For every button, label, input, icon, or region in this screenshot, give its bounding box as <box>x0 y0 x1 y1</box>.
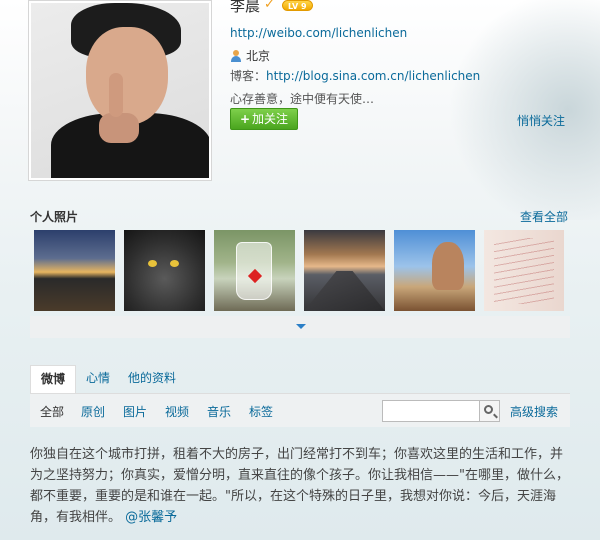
cat-eye-icon <box>148 260 157 267</box>
blog-url-link[interactable]: http://blog.sina.com.cn/lichenlichen <box>266 69 480 83</box>
search-button[interactable] <box>480 400 500 422</box>
location-row: 北京 <box>230 47 270 64</box>
photo-thumb-cat[interactable] <box>124 230 205 311</box>
background-haze <box>440 0 600 220</box>
follow-button[interactable]: + 加关注 <box>230 108 298 130</box>
advanced-search-link[interactable]: 高级搜索 <box>510 403 558 420</box>
photo-thumb-road[interactable] <box>304 230 385 311</box>
profile-avatar[interactable] <box>28 0 212 181</box>
blog-row: 博客：http://blog.sina.com.cn/lichenlichen <box>230 67 480 84</box>
weibo-url-link[interactable]: http://weibo.com/lichenlichen <box>230 26 407 40</box>
avatar-photo <box>31 3 209 178</box>
cat-eye-icon <box>170 260 179 267</box>
photo-strip <box>30 230 570 312</box>
post-text: 你独自在这个城市打拼，租着不大的房子，出门经常打不到车；你喜欢这里的生活和工作，… <box>30 447 569 525</box>
level-badge[interactable]: LV 9 <box>282 0 313 11</box>
location-text: 北京 <box>246 49 271 63</box>
filter-original[interactable]: 原创 <box>81 403 105 420</box>
tab-weibo[interactable]: 微博 <box>30 365 77 393</box>
blog-label: 博客： <box>230 69 267 83</box>
avatar-fist <box>99 113 139 143</box>
follow-button-label: 加关注 <box>252 112 289 126</box>
profile-name: 李晨 <box>230 0 261 15</box>
post-mention-link[interactable]: @张馨予 <box>125 510 177 525</box>
filter-music[interactable]: 音乐 <box>207 403 231 420</box>
heart-icon <box>247 268 263 284</box>
jar-shape <box>236 242 272 300</box>
filter-bar: 全部 原创 图片 视频 音乐 标签 高级搜索 <box>30 393 570 427</box>
name-row: 李晨 ✓ LV 9 <box>230 0 570 15</box>
tab-mood[interactable]: 心情 <box>86 365 110 393</box>
plus-icon: + <box>239 112 251 126</box>
photos-title: 个人照片 <box>30 210 79 224</box>
person-shape <box>432 242 464 290</box>
filter-images[interactable]: 图片 <box>123 403 147 420</box>
road-shape <box>304 271 385 311</box>
filter-all[interactable]: 全部 <box>40 403 64 420</box>
tab-profile[interactable]: 他的资料 <box>128 365 176 393</box>
profile-motto: 心存善意，途中便有天使… <box>230 92 375 106</box>
photo-thumb-sunset[interactable] <box>34 230 115 311</box>
scribble-shape <box>494 238 554 304</box>
avatar-face <box>86 27 168 125</box>
profile-tabs: 微博 心情 他的资料 <box>30 365 570 393</box>
quiet-follow-link[interactable]: 悄悄关注 <box>517 112 565 129</box>
avatar-finger <box>109 73 123 117</box>
verified-v-icon[interactable]: ✓ <box>264 0 278 12</box>
search-input[interactable] <box>382 400 480 422</box>
profile-info: 李晨 ✓ LV 9 http://weibo.com/lichenlichen … <box>230 0 570 130</box>
filter-tags[interactable]: 标签 <box>249 403 273 420</box>
photos-view-all-link[interactable]: 查看全部 <box>520 208 568 225</box>
photo-thumb-note[interactable] <box>484 230 564 311</box>
photo-thumb-shooter[interactable] <box>394 230 475 311</box>
person-icon <box>230 49 242 62</box>
post-content: 你独自在这个城市打拼，租着不大的房子，出门经常打不到车；你喜欢这里的生活和工作，… <box>30 444 574 528</box>
search-icon <box>484 405 493 414</box>
photo-thumb-jar[interactable] <box>214 230 295 311</box>
expand-down-icon[interactable] <box>296 324 306 329</box>
filter-videos[interactable]: 视频 <box>165 403 189 420</box>
